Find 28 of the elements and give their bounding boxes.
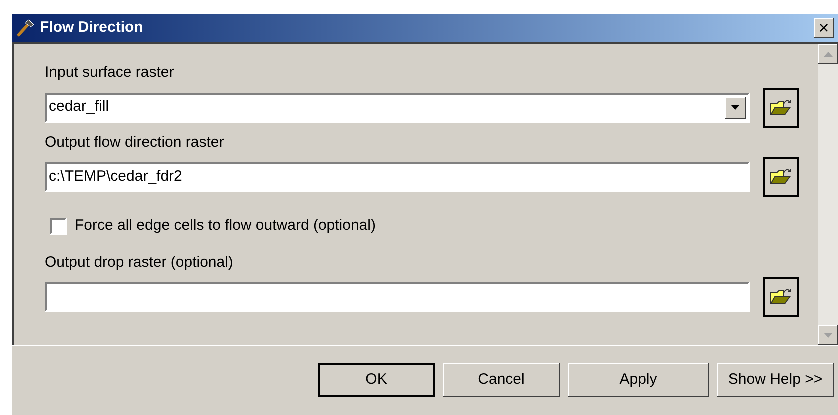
- input-field[interactable]: c:\TEMP\cedar_fdr2: [45, 162, 750, 192]
- dialog-button[interactable]: Cancel: [443, 363, 560, 397]
- folder-icon: [770, 168, 792, 186]
- browse-button[interactable]: [763, 157, 799, 197]
- dropdown-field[interactable]: cedar_fill: [45, 92, 750, 122]
- checkbox-label: Force all edge cells to flow outward (optional): [75, 216, 376, 236]
- dialog-button[interactable]: OK: [318, 363, 435, 397]
- scroll-up-button[interactable]: [818, 44, 838, 64]
- hammer-icon: [16, 19, 36, 37]
- dropdown-arrow-button[interactable]: [725, 96, 746, 118]
- checkbox[interactable]: [50, 218, 67, 235]
- folder-icon: [770, 98, 792, 116]
- field-label: Output drop raster (optional): [45, 252, 234, 272]
- caret-up-icon: [824, 52, 832, 56]
- scrollbar[interactable]: [818, 44, 838, 345]
- field-label: Output flow direction raster: [45, 132, 226, 152]
- dialog-button[interactable]: Apply: [568, 363, 709, 397]
- dialog-button[interactable]: Show Help >>: [717, 363, 834, 397]
- close-button[interactable]: ×: [814, 18, 834, 38]
- caret-icon: [731, 105, 740, 110]
- caret-icon: [824, 332, 832, 338]
- field-label: Input surface raster: [45, 63, 176, 83]
- browse-button[interactable]: [763, 88, 799, 128]
- folder-icon: [770, 288, 792, 306]
- scroll-down-button[interactable]: [818, 325, 838, 345]
- window-title: Flow Direction: [40, 18, 144, 38]
- browse-button[interactable]: [763, 277, 799, 317]
- input-field[interactable]: [45, 282, 750, 312]
